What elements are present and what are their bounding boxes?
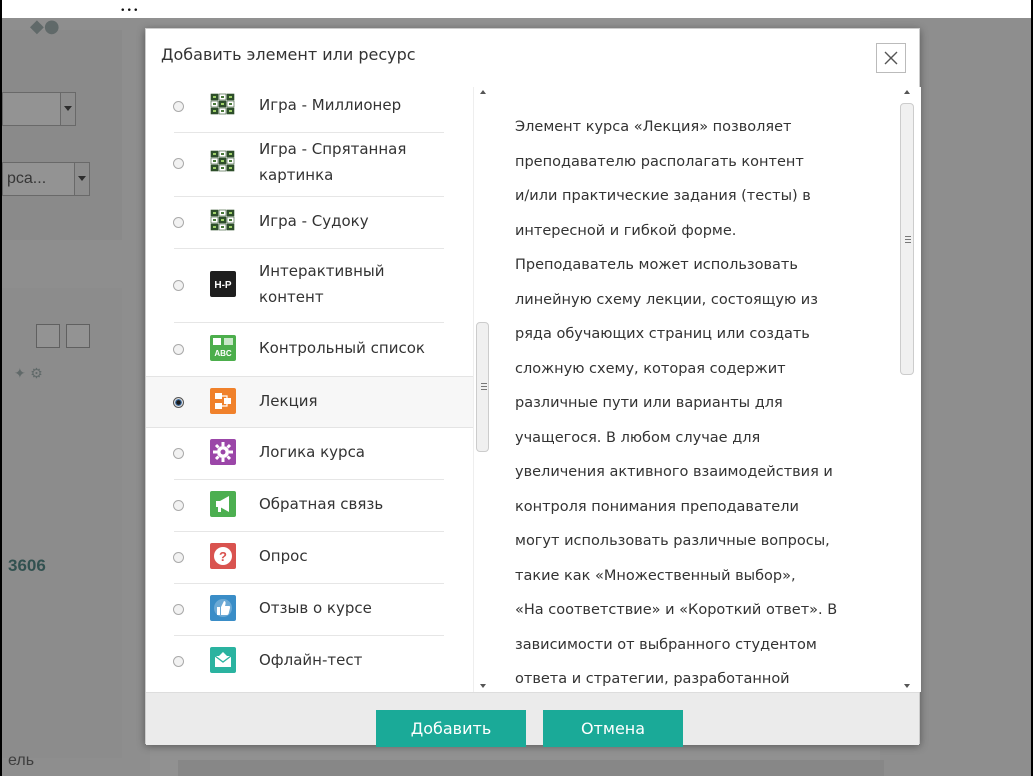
options-scroll-down-arrow[interactable] (480, 684, 486, 688)
option-radio[interactable] (173, 343, 184, 355)
thumbs-up-icon (210, 595, 236, 621)
option-radio[interactable] (173, 448, 184, 459)
description-scroll-down-arrow[interactable] (904, 684, 910, 688)
description-line: интересной и гибкой форме. (515, 222, 737, 239)
option-label-line: Обратная связь (259, 495, 384, 513)
option-radio[interactable] (173, 280, 184, 291)
option-label-line: картинка (259, 166, 334, 184)
options-scroll-up-arrow[interactable] (480, 90, 486, 94)
option-label: Игра - Миллионер (259, 92, 401, 118)
option-radio[interactable] (173, 158, 184, 169)
description-line: Элемент курса «Лекция» позволяет (515, 119, 792, 135)
option-radio[interactable] (173, 552, 184, 563)
option-label-line: Офлайн-тест (259, 651, 363, 669)
options-scrollbar[interactable] (473, 87, 492, 692)
checklist-abc-icon: ABC (210, 334, 236, 361)
option-4[interactable]: H-P Интерактивный контент (146, 249, 473, 323)
page-top-text-strip: ... (0, 0, 1033, 18)
frame-border-left (0, 0, 2, 776)
dialog-footer: Добавить Отмена (146, 692, 919, 747)
svg-text:?: ? (219, 549, 227, 564)
option-label-line: Игра - Судоку (259, 212, 369, 230)
option-label: Отзыв о курсе (259, 595, 372, 621)
description-line: и/или практические задания (тесты) в (515, 188, 811, 204)
description-line: учащегося. В любом случае для (515, 429, 761, 446)
description-line: ряда обучающих страниц или создать (515, 326, 810, 342)
option-label: Обратная связь (259, 491, 383, 517)
activity-options-list[interactable]: Игра - Миллионер Игра - Спрятанная картинк… (146, 87, 491, 692)
description-line: линейную схему лекции, состоящую из (515, 291, 818, 308)
option-label-line: Лекция (259, 392, 318, 410)
description-pane: Элемент курса «Лекция» позволяет преподав… (491, 87, 921, 692)
close-icon (884, 51, 898, 65)
option-label-line: Интерактивный (259, 262, 385, 280)
option-10[interactable]: Отзыв о курсе (146, 584, 473, 636)
option-label: Опрос (259, 543, 308, 569)
megaphone-icon (210, 491, 236, 517)
close-button[interactable] (876, 43, 906, 73)
description-line: контроля понимания преподаватели (515, 498, 799, 515)
gear-icon (210, 439, 236, 465)
option-7[interactable]: Логика курса (146, 428, 473, 480)
activity-description: Элемент курса «Лекция» позволяет преподав… (515, 110, 875, 692)
option-label-line: Опрос (259, 547, 308, 565)
option-label-line: Игра - Спрятанная (259, 140, 407, 158)
option-3[interactable]: Игра - Судоку (146, 197, 473, 249)
cancel-button[interactable]: Отмена (543, 710, 683, 747)
option-8[interactable]: Обратная связь (146, 480, 473, 532)
option-label: Игра - Спрятанная картинка (259, 136, 406, 188)
description-line: ответа и стратегии, разработанной (515, 671, 790, 687)
description-scrollbar[interactable] (898, 87, 916, 692)
option-11[interactable]: Офлайн-тест (146, 636, 473, 688)
page-top-text: ... (120, 0, 140, 16)
add-activity-dialog: Добавить элемент или ресурс Игра - Милли… (145, 28, 921, 747)
option-label: Контрольный список (259, 335, 425, 361)
description-line: зависимости от выбранного студентом (515, 636, 817, 653)
description-line: такие как «Множественный выбор», (515, 567, 796, 584)
description-scroll-thumb[interactable] (900, 103, 914, 375)
option-1[interactable]: Игра - Миллионер (146, 87, 473, 133)
option-radio[interactable] (173, 604, 184, 615)
option-label: Логика курса (259, 439, 365, 465)
svg-text:ABC: ABC (214, 349, 232, 358)
description-line: могут использовать различные вопросы, (515, 533, 830, 549)
lesson-icon (210, 388, 236, 414)
description-line: различные пути или варианты для (515, 395, 783, 411)
option-label: Игра - Судоку (259, 208, 369, 234)
dialog-header: Добавить элемент или ресурс (146, 29, 919, 88)
option-9[interactable]: ? Опрос (146, 532, 473, 584)
svg-text:H-P: H-P (214, 280, 232, 291)
option-6[interactable]: Лекция (146, 376, 473, 428)
question-icon: ? (210, 543, 236, 569)
option-radio[interactable] (173, 101, 184, 112)
game-grid-icon (210, 208, 236, 234)
game-grid-icon (210, 149, 236, 175)
envelope-icon (210, 647, 236, 673)
option-radio[interactable] (173, 397, 184, 408)
option-radio[interactable] (173, 217, 184, 228)
description-line: сложную схему, которая содержит (515, 360, 786, 377)
option-label-line: контент (259, 288, 324, 306)
add-button[interactable]: Добавить (376, 710, 526, 747)
dialog-title: Добавить элемент или ресурс (161, 45, 416, 64)
option-label-line: Логика курса (259, 443, 366, 461)
game-grid-icon (210, 92, 236, 118)
option-label-line: Отзыв о курсе (259, 599, 372, 617)
description-line: Преподаватель может использовать (515, 257, 798, 273)
options-scroll-thumb[interactable] (476, 322, 489, 452)
option-radio[interactable] (173, 656, 184, 667)
description-scroll-up-arrow[interactable] (904, 90, 910, 94)
option-label-line: Контрольный список (259, 338, 425, 357)
option-label-line: Игра - Миллионер (259, 96, 402, 114)
h5p-icon: H-P (210, 271, 236, 297)
option-label: Лекция (259, 388, 318, 414)
description-line: преподавателю располагать контент (515, 153, 804, 170)
option-label: Офлайн-тест (259, 647, 362, 673)
option-label: Интерактивный контент (259, 258, 385, 310)
description-line: увеличения активного взаимодействия и (515, 464, 833, 480)
option-radio[interactable] (173, 500, 184, 511)
description-line: «На соответствие» и «Короткий ответ». В (515, 602, 838, 618)
option-5[interactable]: ABC Контрольный список (146, 323, 473, 376)
option-2[interactable]: Игра - Спрятанная картинка (146, 131, 473, 197)
